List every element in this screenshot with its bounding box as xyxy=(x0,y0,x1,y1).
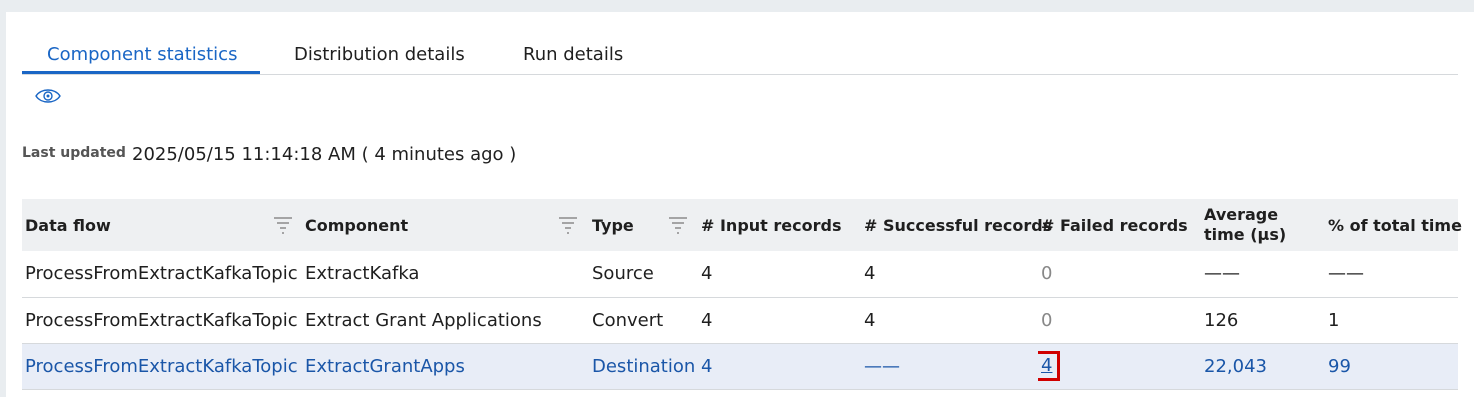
cell-input-records: 4 xyxy=(701,309,713,331)
tab-bar: Component statistics Distribution detail… xyxy=(22,42,1458,75)
failed-records-link[interactable]: 4 xyxy=(1038,351,1061,381)
cell-percent-total-time: 1 xyxy=(1328,309,1340,331)
filter-icon[interactable] xyxy=(557,214,579,236)
active-tab-indicator xyxy=(22,71,260,74)
cell-component: ExtractKafka xyxy=(305,263,420,285)
tab-distribution-details[interactable]: Distribution details xyxy=(294,42,465,74)
cell-input-records: 4 xyxy=(701,263,713,285)
last-updated-label: Last updated xyxy=(22,145,126,161)
cell-data-flow: ProcessFromExtractKafkaTopic xyxy=(25,355,298,377)
cell-percent-total-time: 99 xyxy=(1328,355,1351,377)
cell-failed-records: 0 xyxy=(1041,309,1053,331)
cell-average-time: 22,043 xyxy=(1204,355,1267,377)
cell-component: ExtractGrantApps xyxy=(305,355,465,377)
last-updated-value: 2025/05/15 11:14:18 AM ( 4 minutes ago ) xyxy=(132,144,517,165)
table-row[interactable]: ProcessFromExtractKafkaTopic ExtractKafk… xyxy=(22,251,1458,297)
cell-type: Destination xyxy=(592,355,696,377)
eye-icon[interactable] xyxy=(34,85,62,107)
filter-icon[interactable] xyxy=(272,214,294,236)
cell-successful-records: 4 xyxy=(864,263,876,285)
filter-icon[interactable] xyxy=(667,214,689,236)
table-row-selected[interactable]: ProcessFromExtractKafkaTopic ExtractGran… xyxy=(22,343,1458,389)
table-row[interactable]: ProcessFromExtractKafkaTopic Extract Gra… xyxy=(22,297,1458,343)
cell-data-flow: ProcessFromExtractKafkaTopic xyxy=(25,309,298,331)
cell-type: Convert xyxy=(592,309,664,331)
cell-successful-records: —— xyxy=(864,355,900,377)
cell-average-time: 126 xyxy=(1204,309,1239,331)
tab-run-details[interactable]: Run details xyxy=(523,42,623,74)
table-header-row: Data flow Component Type # Input records… xyxy=(22,199,1462,251)
column-header-successful-records[interactable]: # Successful records xyxy=(861,199,1052,251)
cell-component: Extract Grant Applications xyxy=(305,309,542,331)
tab-component-statistics[interactable]: Component statistics xyxy=(47,42,237,74)
column-header-percent-total-time[interactable]: % of total time xyxy=(1325,199,1462,251)
column-header-input-records[interactable]: # Input records xyxy=(698,199,861,251)
cell-input-records: 4 xyxy=(701,355,713,377)
cell-percent-total-time: —— xyxy=(1328,263,1364,285)
cell-data-flow: ProcessFromExtractKafkaTopic xyxy=(25,263,298,285)
cell-failed-records: 0 xyxy=(1041,263,1053,285)
cell-successful-records: 4 xyxy=(864,309,876,331)
cell-failed-records: 4 xyxy=(1038,343,1201,389)
column-header-type[interactable]: Type xyxy=(589,199,698,251)
cell-type: Source xyxy=(592,263,654,285)
column-header-failed-records[interactable]: # Failed records xyxy=(1038,199,1201,251)
column-header-data-flow[interactable]: Data flow xyxy=(22,199,302,251)
component-statistics-table: Data flow Component Type # Input records… xyxy=(22,199,1462,390)
column-header-component[interactable]: Component xyxy=(302,199,589,251)
statistics-panel: Component statistics Distribution detail… xyxy=(6,12,1474,397)
column-header-average-time[interactable]: Average time (µs) xyxy=(1201,199,1325,251)
cell-average-time: —— xyxy=(1204,263,1240,285)
